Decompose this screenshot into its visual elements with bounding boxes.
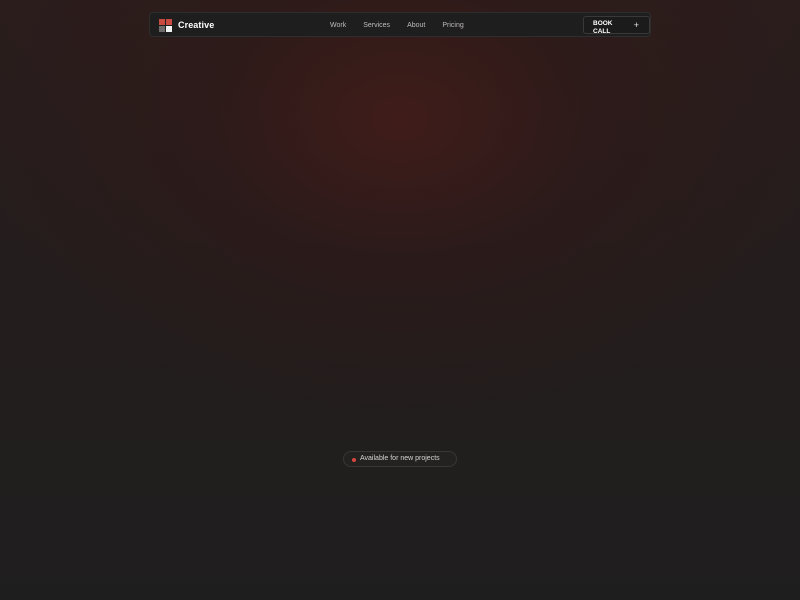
brand-logo-link[interactable]: Creative [159,17,214,33]
book-call-label: BOOK CALL [593,20,613,35]
nav-link-services[interactable]: Services [363,22,390,29]
nav-link-pricing[interactable]: Pricing [442,22,463,29]
book-call-button[interactable]: BOOK CALL + [583,16,650,35]
brand-name: Creative [178,20,215,30]
logo-icon [159,18,172,32]
plus-icon: + [633,20,639,30]
top-navbar: Creative Work Services About Pricing BOO… [149,12,651,37]
nav-links: Work Services About Pricing [330,13,464,38]
nav-link-about[interactable]: About [407,22,425,29]
nav-link-work[interactable]: Work [330,22,346,29]
hero-background [0,0,800,600]
availability-badge: Available for new projects [343,451,457,467]
status-dot-icon [352,458,356,462]
availability-text: Available for new projects [360,455,440,462]
